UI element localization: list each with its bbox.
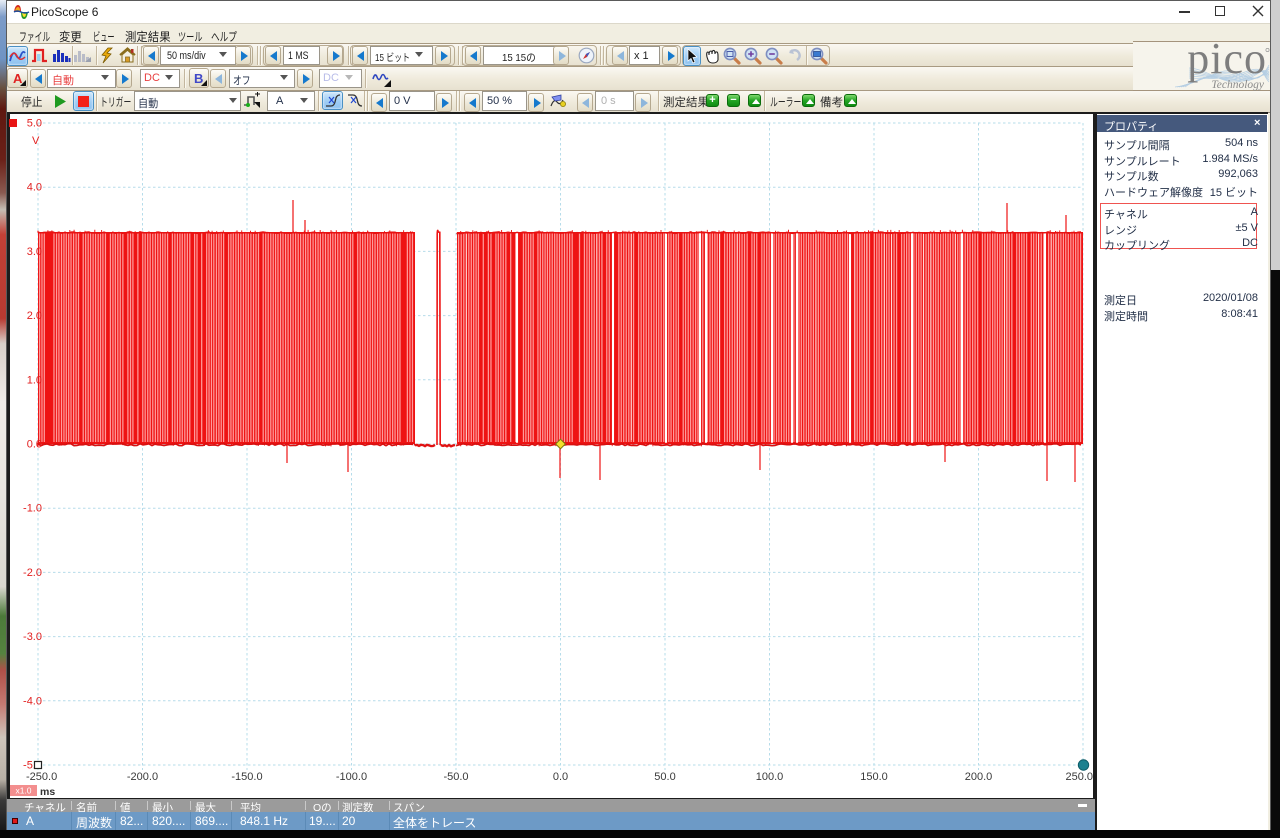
svg-text:5.0: 5.0 [27,118,42,130]
svg-text:4.0: 4.0 [27,182,42,194]
svg-text:250.0: 250.0 [1065,771,1093,783]
svg-text:-4.0: -4.0 [23,695,42,707]
svg-text:-2.0: -2.0 [23,567,42,579]
svg-text:Technology: Technology [1211,79,1264,91]
svg-text:-150.0: -150.0 [231,771,262,783]
svg-text:100.0: 100.0 [756,771,784,783]
svg-text:-250.0: -250.0 [26,771,57,783]
svg-text:0.0: 0.0 [553,771,568,783]
svg-text:-200.0: -200.0 [127,771,158,783]
svg-text:x1.0: x1.0 [15,786,31,796]
svg-text:150.0: 150.0 [860,771,888,783]
svg-text:ms: ms [40,786,55,798]
svg-text:1.0: 1.0 [27,374,42,386]
svg-text:-100.0: -100.0 [336,771,367,783]
svg-text:-50.0: -50.0 [443,771,468,783]
svg-text:V: V [32,135,40,147]
svg-text:3.0: 3.0 [27,246,42,258]
svg-text:2.0: 2.0 [27,310,42,322]
svg-text:200.0: 200.0 [965,771,993,783]
svg-text:-1.0: -1.0 [23,503,42,515]
svg-text:-3.0: -3.0 [23,631,42,643]
svg-text:0.0: 0.0 [27,439,42,451]
svg-text:50.0: 50.0 [654,771,675,783]
svg-text:pico: pico [1187,42,1267,83]
